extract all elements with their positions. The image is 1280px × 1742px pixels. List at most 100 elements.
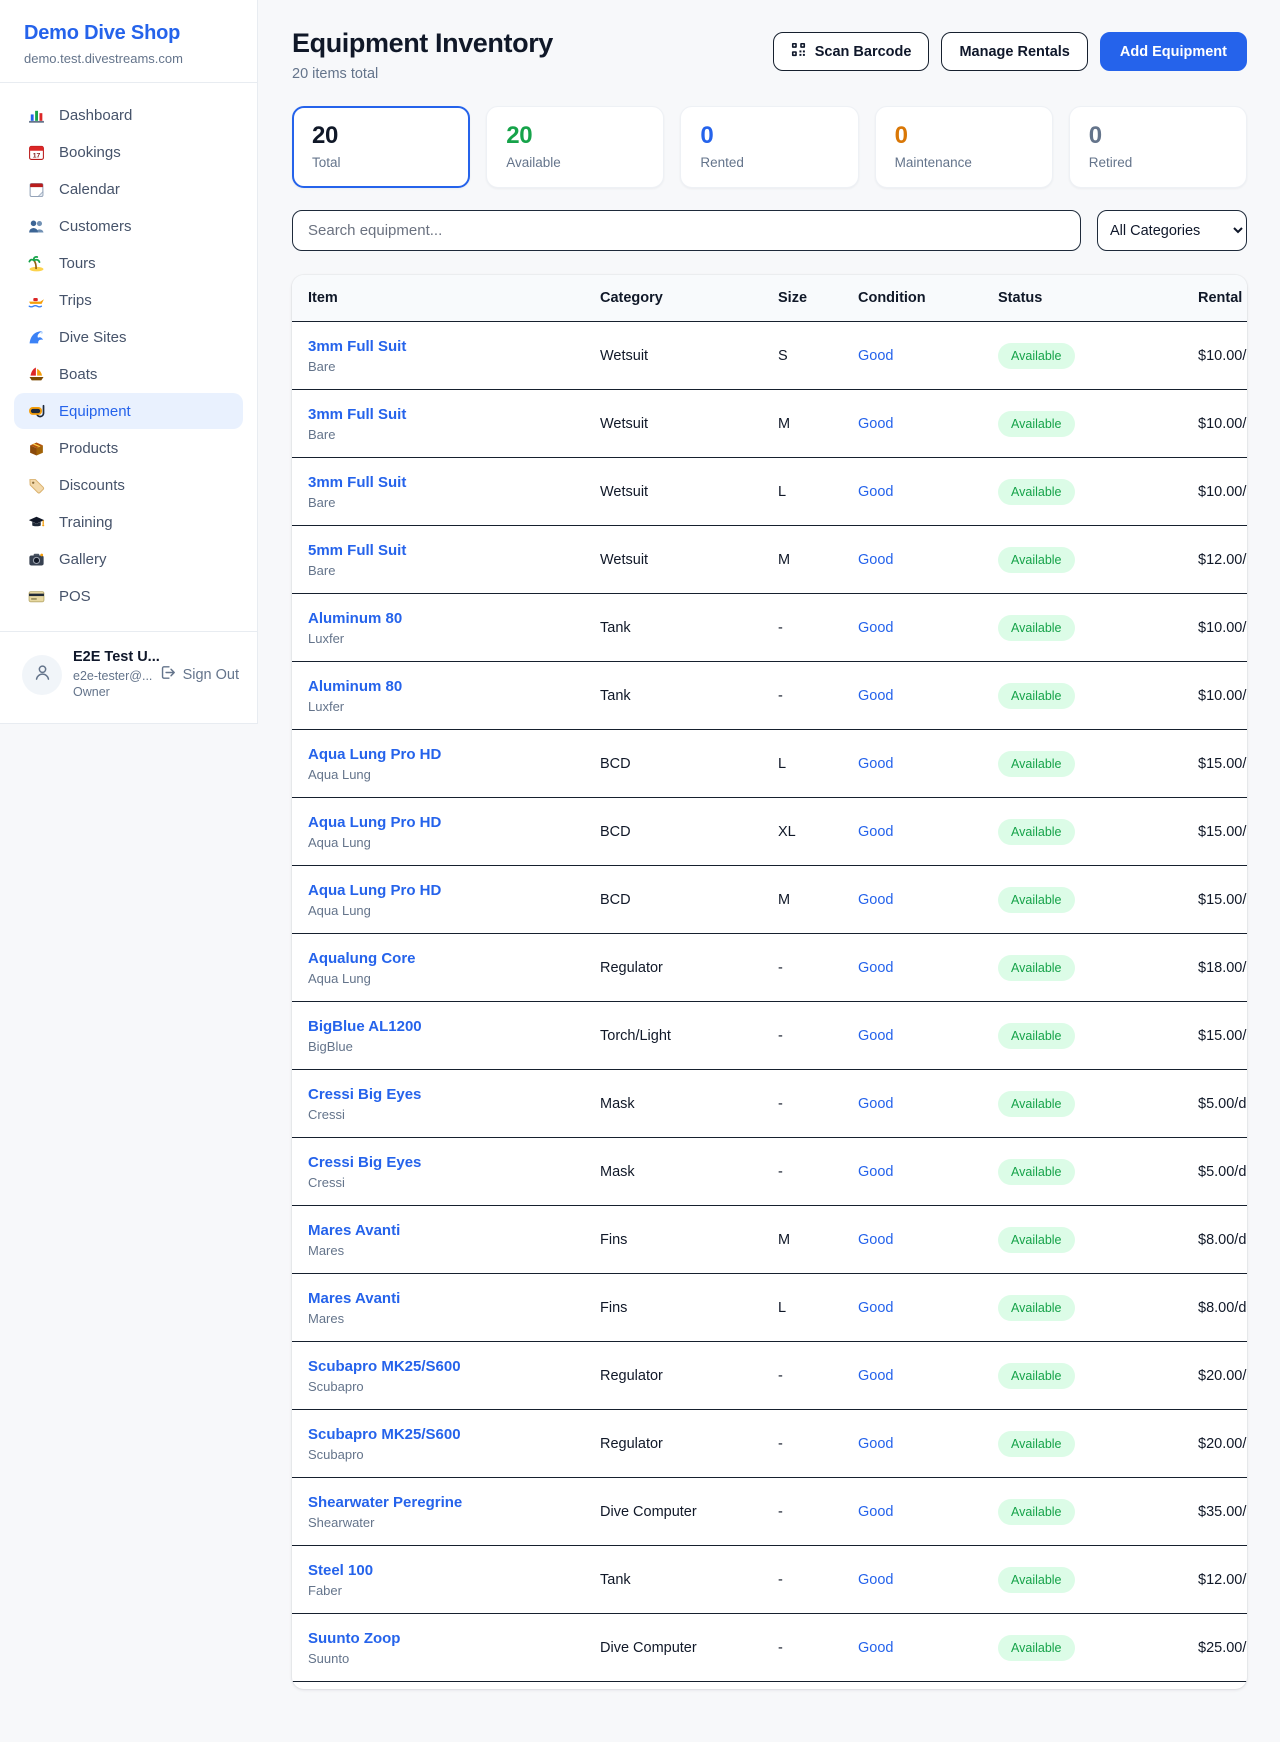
item-condition-link[interactable]: Good [858,1028,998,1044]
table-row: Scubapro MK25/S600 Scubapro Regulator - … [292,1410,1247,1478]
sidebar-item-gallery[interactable]: Gallery [14,541,243,577]
sidebar-item-products[interactable]: Products [14,430,243,466]
item-brand: Bare [308,495,600,510]
sidebar-item-trips[interactable]: Trips [14,282,243,318]
item-condition-link[interactable]: Good [858,552,998,568]
status-badge: Available [998,751,1075,777]
item-rental-rate: $10.00/day [1198,348,1247,364]
item-name-link[interactable]: 3mm Full Suit [308,474,406,491]
scan-barcode-button[interactable]: Scan Barcode [773,32,930,71]
item-rental-rate: $8.00/day [1198,1232,1247,1248]
item-name-link[interactable]: Aluminum 80 [308,678,402,695]
item-name-link[interactable]: Suunto Zoop [308,1630,400,1647]
add-equipment-button[interactable]: Add Equipment [1100,32,1247,71]
item-name-link[interactable]: 3mm Full Suit [308,338,406,355]
stat-card-rented[interactable]: 0 Rented [680,106,858,188]
item-name-link[interactable]: 5mm Full Suit [308,542,406,559]
training-icon [26,513,46,531]
item-cell: BigBlue AL1200 BigBlue [308,1018,600,1054]
table-header-row: Item Category Size Condition Status Rent… [292,275,1247,322]
stat-card-available[interactable]: 20 Available [486,106,664,188]
item-brand: Faber [308,1583,600,1598]
item-name-link[interactable]: Mares Avanti [308,1222,400,1239]
item-name-link[interactable]: Shearwater Peregrine [308,1494,462,1511]
shop-name: Demo Dive Shop [24,22,233,45]
stats-row: 20 Total 20 Available 0 Rented 0 Mainten… [292,106,1247,188]
item-condition-link[interactable]: Good [858,1504,998,1520]
item-name-link[interactable]: Aluminum 80 [308,610,402,627]
item-condition-link[interactable]: Good [858,620,998,636]
sidebar-item-pos[interactable]: POS [14,578,243,614]
table-row: Aqua Lung Pro HD Aqua Lung BCD L Good Av… [292,730,1247,798]
item-name-link[interactable]: 3mm Full Suit [308,406,406,423]
dashboard-icon [26,106,46,124]
item-name-link[interactable]: Steel 100 [308,1562,373,1579]
sidebar-item-tours[interactable]: Tours [14,245,243,281]
stat-card-maintenance[interactable]: 0 Maintenance [875,106,1053,188]
item-condition-link[interactable]: Good [858,1096,998,1112]
item-name-link[interactable]: Aqualung Core [308,950,416,967]
item-name-link[interactable]: Scubapro MK25/S600 [308,1426,461,1443]
item-condition-link[interactable]: Good [858,348,998,364]
sidebar-item-label: Boats [59,366,97,383]
item-condition-link[interactable]: Good [858,756,998,772]
sidebar-item-boats[interactable]: Boats [14,356,243,392]
status-badge: Available [998,615,1075,641]
item-brand: Mares [308,1311,600,1326]
sidebar-item-calendar[interactable]: Calendar [14,171,243,207]
item-name-link[interactable]: Scubapro MK25/S600 [308,1358,461,1375]
item-size: - [778,620,858,636]
item-name-link[interactable]: Mares Avanti [308,1290,400,1307]
item-name-link[interactable]: Aqua Lung Pro HD [308,882,441,899]
sidebar-item-dive-sites[interactable]: Dive Sites [14,319,243,355]
item-rental-rate: $15.00/day [1198,892,1247,908]
sidebar-item-discounts[interactable]: Discounts [14,467,243,503]
table-row: Aluminum 80 Luxfer Tank - Good Available… [292,662,1247,730]
item-condition-link[interactable]: Good [858,824,998,840]
status-badge: Available [998,887,1075,913]
item-size: - [778,1028,858,1044]
sidebar-item-label: Equipment [59,403,131,420]
item-condition-link[interactable]: Good [858,1436,998,1452]
item-brand: Suunto [308,1651,600,1666]
item-name-link[interactable]: Aqua Lung Pro HD [308,746,441,763]
sign-out-button[interactable]: Sign Out [159,664,239,685]
item-condition-link[interactable]: Good [858,1572,998,1588]
avatar [22,655,62,695]
item-condition-link[interactable]: Good [858,1640,998,1656]
sidebar-item-training[interactable]: Training [14,504,243,540]
item-name-link[interactable]: Aqua Lung Pro HD [308,814,441,831]
item-name-link[interactable]: Cressi Big Eyes [308,1086,421,1103]
svg-text:17: 17 [32,152,40,159]
item-condition-link[interactable]: Good [858,416,998,432]
stat-card-retired[interactable]: 0 Retired [1069,106,1247,188]
item-condition-link[interactable]: Good [858,484,998,500]
item-condition-link[interactable]: Good [858,1300,998,1316]
manage-rentals-button[interactable]: Manage Rentals [941,32,1087,71]
item-brand: Bare [308,563,600,578]
item-condition-link[interactable]: Good [858,1232,998,1248]
item-condition-link[interactable]: Good [858,1368,998,1384]
sidebar-item-label: POS [59,588,91,605]
item-rental-rate: $5.00/day [1198,1096,1247,1112]
table-row: Aqua Lung Pro HD Aqua Lung BCD XL Good A… [292,798,1247,866]
item-condition-link[interactable]: Good [858,960,998,976]
sidebar-item-dashboard[interactable]: Dashboard [14,97,243,133]
category-select[interactable]: All Categories [1097,210,1247,251]
item-name-link[interactable]: Cressi Big Eyes [308,1154,421,1171]
item-category: Fins [600,1300,778,1316]
item-condition-link[interactable]: Good [858,1164,998,1180]
item-rental-rate: $15.00/day [1198,756,1247,772]
item-size: XL [778,824,858,840]
item-name-link[interactable]: BigBlue AL1200 [308,1018,422,1035]
item-rental-rate: $20.00/day [1198,1436,1247,1452]
stat-card-total[interactable]: 20 Total [292,106,470,188]
sidebar-item-customers[interactable]: Customers [14,208,243,244]
item-cell: Mares Avanti Mares [308,1290,600,1326]
sidebar-item-equipment[interactable]: Equipment [14,393,243,429]
search-input[interactable] [292,210,1081,251]
item-condition-link[interactable]: Good [858,892,998,908]
item-condition-link[interactable]: Good [858,688,998,704]
sidebar-item-bookings[interactable]: 17 Bookings [14,134,243,170]
app-layout: Demo Dive Shop demo.test.divestreams.com… [0,0,1280,1735]
